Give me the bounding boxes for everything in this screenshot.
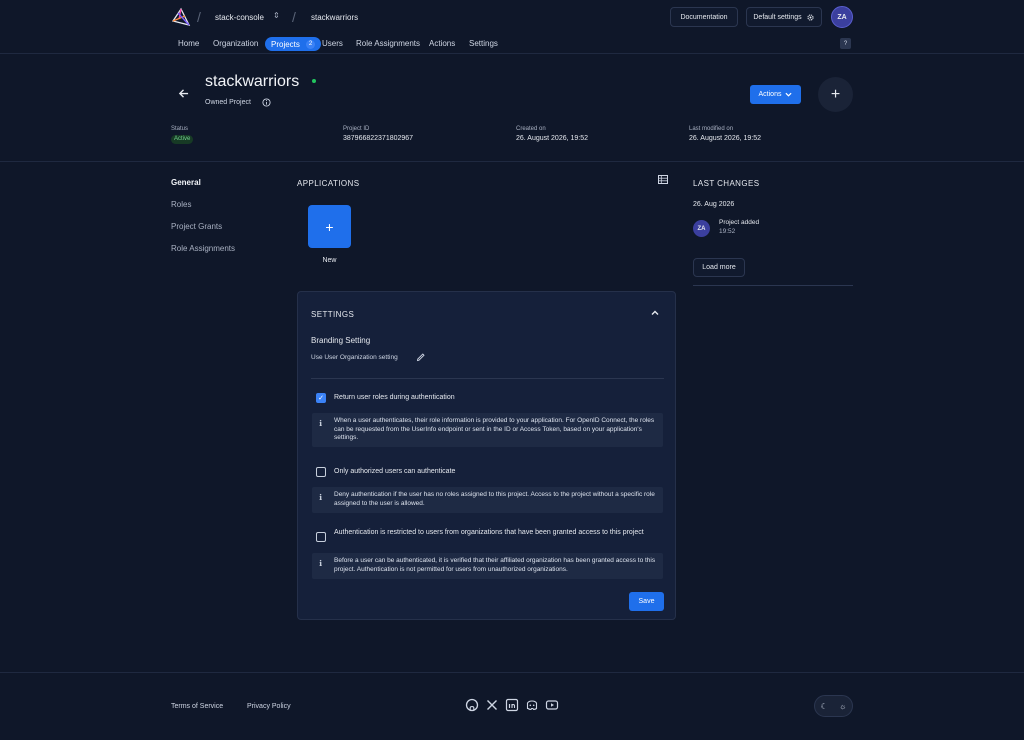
save-button[interactable]: Save: [629, 592, 664, 611]
branding-title: Branding Setting: [311, 336, 371, 345]
projects-count-badge: 2: [305, 39, 316, 49]
add-button[interactable]: +: [818, 77, 853, 112]
terms-link[interactable]: Terms of Service: [171, 703, 223, 710]
youtube-icon[interactable]: [545, 698, 559, 712]
modified-value: 26. August 2026, 19:52: [689, 135, 762, 142]
authorized-only-checkbox[interactable]: [316, 467, 326, 477]
chevron-updown-icon[interactable]: ⇕: [273, 11, 280, 20]
gear-icon: [807, 13, 814, 21]
edit-pencil-icon[interactable]: [416, 352, 426, 362]
breadcrumb-separator: /: [197, 9, 201, 25]
back-arrow-icon[interactable]: [178, 88, 189, 99]
new-application-label: New: [322, 257, 337, 264]
linkedin-icon[interactable]: [505, 698, 519, 712]
nav-projects-label: Projects: [271, 39, 300, 49]
sidebar-item-roles[interactable]: Roles: [171, 200, 191, 209]
actions-button[interactable]: Actions: [750, 85, 801, 104]
info-icon: ℹ: [319, 559, 323, 568]
load-more-button[interactable]: Load more: [693, 258, 745, 277]
info-icon: ℹ: [319, 493, 323, 502]
table-view-icon[interactable]: [658, 175, 668, 184]
online-status-dot: [312, 79, 316, 83]
logo-icon[interactable]: [171, 7, 191, 27]
change-avatar: ZA: [693, 220, 710, 237]
branding-value: Use User Organization setting: [311, 354, 398, 361]
return-roles-checkbox[interactable]: ✓: [316, 393, 326, 403]
info-icon: ℹ: [319, 419, 323, 428]
nav-organization[interactable]: Organization: [213, 39, 258, 48]
help-button[interactable]: ?: [840, 38, 851, 49]
return-roles-label: Return user roles during authentication: [334, 394, 455, 401]
github-icon[interactable]: [465, 698, 479, 712]
project-title: stackwarriors: [205, 73, 300, 90]
chevron-down-icon: [785, 92, 793, 97]
chevron-up-icon[interactable]: [651, 309, 659, 317]
x-twitter-icon[interactable]: [485, 698, 499, 712]
change-event: Project added: [719, 219, 760, 226]
created-value: 26. August 2026, 19:52: [516, 135, 589, 142]
return-roles-info-text: When a user authenticates, their role in…: [334, 417, 655, 441]
sidebar-item-general[interactable]: General: [171, 178, 201, 187]
status-badge: Active: [171, 135, 194, 144]
authorized-only-info: ℹ Deny authentication if the user has no…: [312, 487, 663, 513]
org-restricted-checkbox[interactable]: [316, 532, 326, 542]
nav-settings[interactable]: Settings: [469, 39, 498, 48]
change-time: 19:52: [719, 228, 736, 235]
settings-title: SETTINGS: [311, 310, 355, 319]
nav-role-assignments[interactable]: Role Assignments: [356, 39, 420, 48]
created-label: Created on: [516, 126, 546, 132]
return-roles-info: ℹ When a user authenticates, their role …: [312, 413, 663, 447]
org-name[interactable]: stackwarriors: [311, 13, 358, 22]
nav-actions[interactable]: Actions: [429, 39, 455, 48]
project-subtitle: Owned Project: [205, 99, 251, 106]
moon-icon[interactable]: ☾: [821, 702, 828, 711]
sidebar-item-role-assignments[interactable]: Role Assignments: [171, 244, 235, 253]
divider: [311, 378, 664, 379]
authorized-only-info-text: Deny authentication if the user has no r…: [334, 491, 655, 507]
documentation-button[interactable]: Documentation: [670, 7, 738, 27]
nav-users[interactable]: Users: [322, 39, 343, 48]
new-application-button[interactable]: +: [308, 205, 351, 248]
change-date: 26. Aug 2026: [693, 201, 735, 208]
divider: [693, 285, 853, 286]
discord-icon[interactable]: [525, 698, 539, 712]
default-settings-label: Default settings: [753, 13, 802, 21]
nav-home[interactable]: Home: [178, 39, 199, 48]
breadcrumb-separator: /: [292, 9, 296, 25]
theme-toggle[interactable]: ☾ ☼: [814, 695, 853, 717]
nav-projects[interactable]: Projects 2: [265, 37, 322, 51]
project-id-value: 387966822371802967: [343, 135, 414, 142]
org-restricted-info: ℹ Before a user can be authenticated, it…: [312, 553, 663, 579]
privacy-link[interactable]: Privacy Policy: [247, 703, 291, 710]
top-bar: [0, 0, 1024, 54]
status-label: Status: [171, 126, 189, 132]
instance-name[interactable]: stack-console: [215, 13, 264, 22]
applications-title: APPLICATIONS: [297, 179, 360, 188]
user-avatar[interactable]: ZA: [831, 6, 853, 28]
project-id-label: Project ID: [343, 126, 370, 132]
last-changes-title: LAST CHANGES: [693, 179, 760, 188]
settings-card: SETTINGS Branding Setting Use User Organ…: [297, 291, 676, 620]
modified-label: Last modified on: [689, 126, 734, 132]
authorized-only-label: Only authorized users can authenticate: [334, 468, 456, 475]
actions-label: Actions: [758, 91, 782, 98]
org-restricted-label: Authentication is restricted to users fr…: [334, 529, 644, 536]
project-header: [0, 55, 1024, 162]
info-circle-icon[interactable]: [262, 98, 271, 107]
sidebar-item-project-grants[interactable]: Project Grants: [171, 222, 222, 231]
default-settings-button[interactable]: Default settings: [746, 7, 822, 27]
org-restricted-info-text: Before a user can be authenticated, it i…: [334, 557, 656, 573]
sun-icon[interactable]: ☼: [839, 702, 846, 711]
